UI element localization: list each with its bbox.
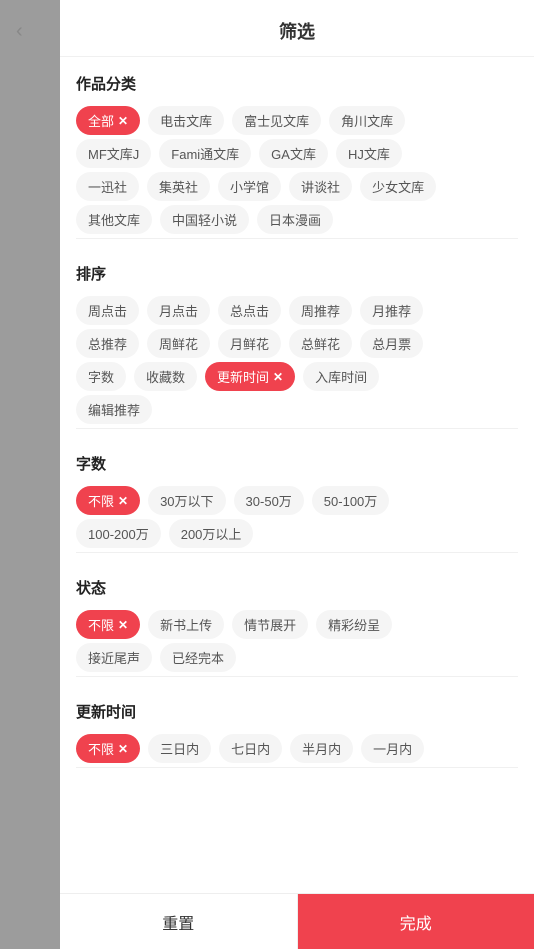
panel-body: 作品分类全部 ✕ 电击文库富士见文库角川文库 MF文库J Fami通文库 GA文库 HJ文… <box>60 57 534 893</box>
section-sort: 排序周点击月点击总点击周推荐月推荐总推荐周鲜花月鲜花总鲜花总月票字数收藏数更新时… <box>76 247 518 429</box>
tag-周点击[interactable]: 周点击 <box>76 296 139 325</box>
tag-总月票[interactable]: 总月票 <box>360 329 423 358</box>
tag-不限[interactable]: 不限 ✕ <box>76 610 140 639</box>
close-icon: ✕ <box>118 742 128 756</box>
tag-中国轻小说[interactable]: 中国轻小说 <box>160 205 249 234</box>
tag-200万以上[interactable]: 200万以上 <box>169 519 254 548</box>
back-button[interactable]: ‹ <box>16 20 23 43</box>
tag-Fami通文库[interactable]: Fami通文库 <box>159 139 251 168</box>
tag-半月内[interactable]: 半月内 <box>290 734 353 763</box>
tag-已经完本[interactable]: 已经完本 <box>160 643 236 672</box>
tags-row: 不限 ✕ 新书上传情节展开精彩纷呈 <box>76 610 518 639</box>
tags-row: 全部 ✕ 电击文库富士见文库角川文库 <box>76 106 518 135</box>
section-updatetime: 更新时间不限 ✕ 三日内七日内半月内一月内 <box>76 685 518 768</box>
tag-入库时间[interactable]: 入库时间 <box>303 362 379 391</box>
section-title-updatetime: 更新时间 <box>76 701 518 722</box>
panel-footer: 重置 完成 <box>60 893 534 949</box>
tags-row: 一迅社集英社小学馆讲谈社少女文库 <box>76 172 518 201</box>
close-icon: ✕ <box>118 114 128 128</box>
tag-讲谈社[interactable]: 讲谈社 <box>289 172 352 201</box>
close-icon: ✕ <box>118 618 128 632</box>
section-title-category: 作品分类 <box>76 73 518 94</box>
tags-row: 不限 ✕ 三日内七日内半月内一月内 <box>76 734 518 763</box>
reset-button[interactable]: 重置 <box>60 894 298 949</box>
tag-收藏数[interactable]: 收藏数 <box>134 362 197 391</box>
tag-30-50万[interactable]: 30-50万 <box>234 486 304 515</box>
tag-更新时间[interactable]: 更新时间 ✕ <box>205 362 295 391</box>
tag-月点击[interactable]: 月点击 <box>147 296 210 325</box>
confirm-button[interactable]: 完成 <box>298 894 534 949</box>
tag-周鲜花[interactable]: 周鲜花 <box>147 329 210 358</box>
tag-30万以下[interactable]: 30万以下 <box>148 486 225 515</box>
panel-title: 筛选 <box>279 22 315 42</box>
tag-角川文库[interactable]: 角川文库 <box>329 106 405 135</box>
close-icon: ✕ <box>273 370 283 384</box>
tags-row: 不限 ✕ 30万以下 30-50万 50-100万 <box>76 486 518 515</box>
section-divider <box>76 552 518 553</box>
tags-row: MF文库J Fami通文库 GA文库 HJ文库 <box>76 139 518 168</box>
section-title-wordcount: 字数 <box>76 453 518 474</box>
section-wordcount: 字数不限 ✕ 30万以下 30-50万 50-100万 100-200万 200万以上 <box>76 437 518 553</box>
tag-富士见文库[interactable]: 富士见文库 <box>232 106 321 135</box>
tag-总鲜花[interactable]: 总鲜花 <box>289 329 352 358</box>
tag-三日内[interactable]: 三日内 <box>148 734 211 763</box>
tag-一迅社[interactable]: 一迅社 <box>76 172 139 201</box>
panel-header: 筛选 <box>60 0 534 57</box>
tags-row: 字数收藏数更新时间 ✕ 入库时间 <box>76 362 518 391</box>
section-divider <box>76 428 518 429</box>
tags-row: 周点击月点击总点击周推荐月推荐 <box>76 296 518 325</box>
tag-HJ文库[interactable]: HJ文库 <box>336 139 402 168</box>
tag-接近尾声[interactable]: 接近尾声 <box>76 643 152 672</box>
filter-panel: 筛选 作品分类全部 ✕ 电击文库富士见文库角川文库 MF文库J Fami通文库 GA文库… <box>60 0 534 949</box>
section-divider <box>76 676 518 677</box>
tags-row: 编辑推荐 <box>76 395 518 424</box>
section-divider <box>76 767 518 768</box>
tags-row: 100-200万 200万以上 <box>76 519 518 548</box>
tag-总点击[interactable]: 总点击 <box>218 296 281 325</box>
section-status: 状态不限 ✕ 新书上传情节展开精彩纷呈接近尾声已经完本 <box>76 561 518 677</box>
overlay <box>0 0 60 949</box>
tag-月鲜花[interactable]: 月鲜花 <box>218 329 281 358</box>
tag-新书上传[interactable]: 新书上传 <box>148 610 224 639</box>
tag-编辑推荐[interactable]: 编辑推荐 <box>76 395 152 424</box>
tag-100-200万[interactable]: 100-200万 <box>76 519 161 548</box>
tag-精彩纷呈[interactable]: 精彩纷呈 <box>316 610 392 639</box>
tag-小学馆[interactable]: 小学馆 <box>218 172 281 201</box>
section-title-sort: 排序 <box>76 263 518 284</box>
tag-集英社[interactable]: 集英社 <box>147 172 210 201</box>
tag-总推荐[interactable]: 总推荐 <box>76 329 139 358</box>
tag-其他文库[interactable]: 其他文库 <box>76 205 152 234</box>
section-category: 作品分类全部 ✕ 电击文库富士见文库角川文库 MF文库J Fami通文库 GA文库 HJ文… <box>76 57 518 239</box>
tag-七日内[interactable]: 七日内 <box>219 734 282 763</box>
tags-row: 其他文库中国轻小说日本漫画 <box>76 205 518 234</box>
tag-MF文库J[interactable]: MF文库J <box>76 139 151 168</box>
tag-情节展开[interactable]: 情节展开 <box>232 610 308 639</box>
tag-电击文库[interactable]: 电击文库 <box>148 106 224 135</box>
section-divider <box>76 238 518 239</box>
tags-row: 接近尾声已经完本 <box>76 643 518 672</box>
tag-不限[interactable]: 不限 ✕ <box>76 486 140 515</box>
section-title-status: 状态 <box>76 577 518 598</box>
tag-50-100万[interactable]: 50-100万 <box>312 486 389 515</box>
tag-日本漫画[interactable]: 日本漫画 <box>257 205 333 234</box>
tag-不限[interactable]: 不限 ✕ <box>76 734 140 763</box>
tag-周推荐[interactable]: 周推荐 <box>289 296 352 325</box>
tag-月推荐[interactable]: 月推荐 <box>360 296 423 325</box>
tag-少女文库[interactable]: 少女文库 <box>360 172 436 201</box>
tag-全部[interactable]: 全部 ✕ <box>76 106 140 135</box>
tag-字数[interactable]: 字数 <box>76 362 126 391</box>
tags-row: 总推荐周鲜花月鲜花总鲜花总月票 <box>76 329 518 358</box>
tag-一月内[interactable]: 一月内 <box>361 734 424 763</box>
tag-GA文库[interactable]: GA文库 <box>259 139 328 168</box>
close-icon: ✕ <box>118 494 128 508</box>
